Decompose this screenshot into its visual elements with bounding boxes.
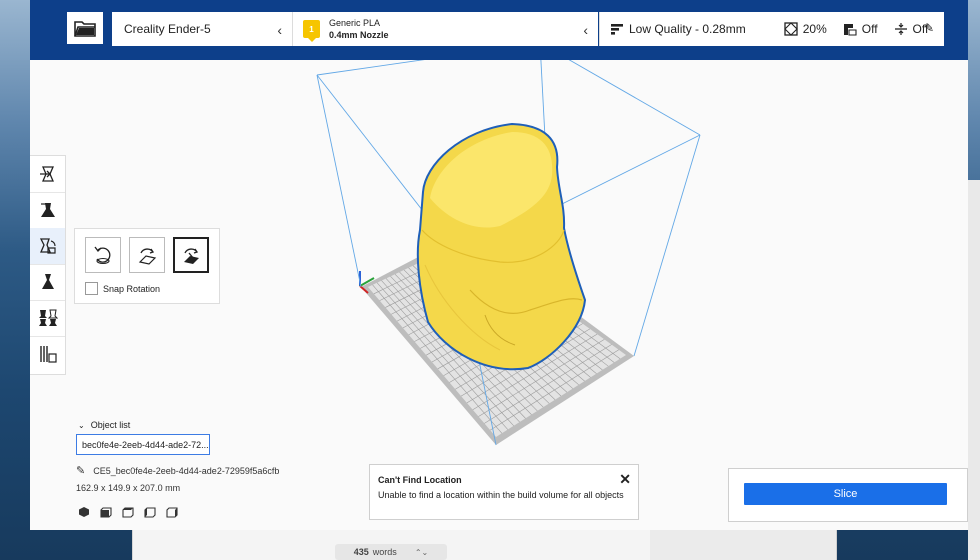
infill-value: 20% xyxy=(802,22,827,36)
material-name: Generic PLA xyxy=(329,18,381,28)
edit-pencil-icon[interactable]: ✎ xyxy=(924,21,934,35)
scale-icon xyxy=(40,203,55,217)
mirror-tool-button[interactable] xyxy=(30,264,65,301)
support-icon xyxy=(843,24,857,36)
object-name-row[interactable]: ✎ CE5_bec0fe4e-2eeb-4d44-ade2-72959f5a6c… xyxy=(76,464,279,477)
material-selector[interactable]: 1 Generic PLA 0.4mm Nozzle ‹ xyxy=(292,12,598,46)
3d-view-icon[interactable] xyxy=(76,505,91,519)
word-count-value: 435 xyxy=(353,547,369,557)
front-view-icon[interactable] xyxy=(98,505,113,519)
camera-view-buttons xyxy=(76,505,179,519)
support-value: Off xyxy=(861,22,878,36)
lay-flat-button[interactable] xyxy=(129,237,165,273)
support-blocker-button[interactable] xyxy=(30,336,65,372)
cura-window: Creality Ender-5 ‹ 1 Generic PLA 0.4mm N… xyxy=(30,0,968,530)
open-file-button[interactable] xyxy=(67,12,103,44)
adhesion-icon xyxy=(894,23,907,35)
print-settings-selector[interactable]: Low Quality - 0.28mm 20% Off Off ✎ xyxy=(599,12,944,46)
rotate-tool-button[interactable] xyxy=(30,228,65,265)
model-object[interactable] xyxy=(416,122,587,371)
folder-icon xyxy=(74,21,96,37)
slice-button[interactable]: Slice xyxy=(744,483,947,505)
toast-message: Unable to find a location within the bui… xyxy=(378,490,624,500)
mirror-icon xyxy=(41,274,54,289)
right-view-icon[interactable] xyxy=(164,505,179,519)
close-icon[interactable]: ✕ xyxy=(619,471,631,488)
per-model-settings-icon xyxy=(38,309,58,326)
rotate-tool-panel: Snap Rotation xyxy=(74,228,220,304)
slice-panel: Slice xyxy=(728,468,968,522)
move-icon xyxy=(39,166,54,182)
printer-name: Creality Ender-5 xyxy=(124,22,211,36)
extruder-badge-icon: 1 xyxy=(303,20,320,42)
nozzle-size: 0.4mm Nozzle xyxy=(329,30,389,40)
left-view-icon[interactable] xyxy=(142,505,157,519)
quality-bars-icon xyxy=(611,24,623,35)
rotate-icon xyxy=(39,238,56,254)
chevron-left-icon: ‹ xyxy=(583,22,588,38)
background-document-panel xyxy=(650,528,837,560)
object-list-label: Object list xyxy=(90,420,131,430)
notification-toast: Can't Find Location Unable to find a loc… xyxy=(369,464,639,520)
tool-sidebar xyxy=(30,155,66,375)
scale-tool-button[interactable] xyxy=(30,192,65,229)
snap-rotation-option[interactable]: Snap Rotation xyxy=(85,282,160,295)
top-view-icon[interactable] xyxy=(120,505,135,519)
reset-rotation-icon xyxy=(94,246,111,265)
reset-rotation-button[interactable] xyxy=(85,237,121,273)
lay-flat-icon xyxy=(138,248,157,265)
chevron-down-icon: ⌄ xyxy=(78,420,85,430)
snap-rotation-checkbox[interactable] xyxy=(85,282,98,295)
infill-icon xyxy=(783,22,798,36)
object-dimensions: 162.9 x 149.9 x 207.0 mm xyxy=(76,483,181,493)
move-tool-button[interactable] xyxy=(30,156,65,193)
object-list-selected-item[interactable]: bec0fe4e-2eeb-4d44-ade2-72... xyxy=(76,434,210,455)
toast-title: Can't Find Location xyxy=(378,475,462,485)
printer-selector[interactable]: Creality Ender-5 ‹ xyxy=(112,12,292,46)
snap-rotation-label: Snap Rotation xyxy=(103,283,161,294)
word-count[interactable]: 435 words ⌃⌄ xyxy=(335,544,447,560)
quality-profile: Low Quality - 0.28mm xyxy=(629,22,746,36)
object-list-toggle[interactable]: ⌄ Object list xyxy=(78,420,130,430)
per-model-settings-button[interactable] xyxy=(30,300,65,337)
word-count-label: words xyxy=(372,547,397,557)
select-face-to-align-button[interactable] xyxy=(173,237,209,273)
chevron-left-icon: ‹ xyxy=(277,22,282,38)
support-blocker-icon xyxy=(39,346,57,363)
updown-chevron-icon: ⌃⌄ xyxy=(414,547,429,557)
align-face-icon xyxy=(184,248,199,264)
object-name: CE5_bec0fe4e-2eeb-4d44-ade2-72959f5a6cfb xyxy=(93,465,280,476)
pencil-icon: ✎ xyxy=(76,465,86,477)
background-window-edge xyxy=(968,180,980,560)
